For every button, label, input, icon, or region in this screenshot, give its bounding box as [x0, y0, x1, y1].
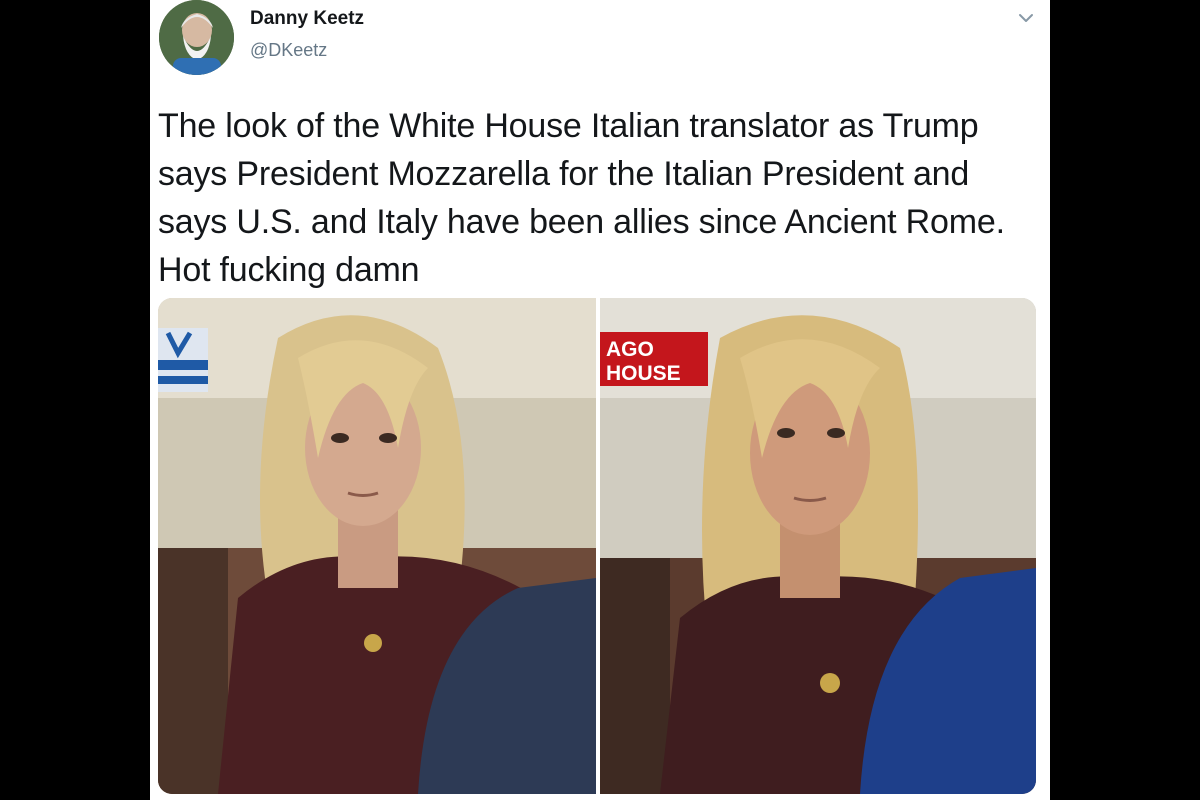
tweet-media[interactable]: AGO HOUSE: [158, 298, 1036, 794]
tweet-card: Danny Keetz @DKeetz The look of the Whit…: [150, 0, 1050, 800]
photo-right[interactable]: AGO HOUSE: [600, 298, 1036, 794]
news-chyron: AGO HOUSE: [600, 332, 708, 386]
tweet-text: The look of the White House Italian tran…: [158, 107, 1005, 289]
tv-logo: [158, 328, 208, 392]
author-name[interactable]: Danny Keetz: [250, 8, 364, 30]
photo-left[interactable]: [158, 298, 596, 794]
photo-left-image: [158, 298, 596, 794]
avatar-image: [159, 0, 234, 75]
author-handle[interactable]: @DKeetz: [250, 40, 327, 61]
chevron-down-icon[interactable]: [1016, 10, 1036, 26]
avatar[interactable]: [159, 0, 234, 75]
